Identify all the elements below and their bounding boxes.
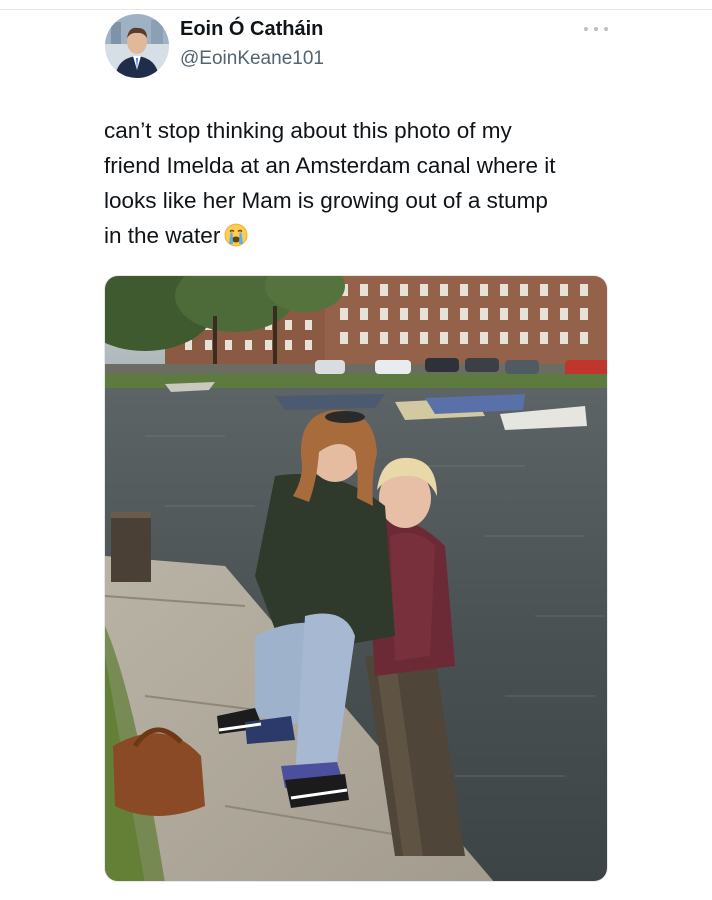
tweet-text-line: in the water xyxy=(104,223,221,248)
tweet-text: can’t stop thinking about this photo of … xyxy=(104,113,644,257)
more-options-icon[interactable] xyxy=(584,22,608,36)
author-name[interactable]: Eoin Ó Catháin xyxy=(180,18,323,41)
tweet-photo[interactable] xyxy=(104,275,608,882)
tweet-card[interactable]: Eoin Ó Catháin @EoinKeane101 can’t stop … xyxy=(0,0,712,900)
loudly-crying-face-icon xyxy=(224,222,248,257)
tweet-text-line: friend Imelda at an Amsterdam canal wher… xyxy=(104,153,556,178)
author-handle[interactable]: @EoinKeane101 xyxy=(180,48,324,70)
tweet-text-line: can’t stop thinking about this photo of … xyxy=(104,118,512,143)
tweet-text-line: looks like her Mam is growing out of a s… xyxy=(104,188,548,213)
canal-photo-image xyxy=(105,276,607,881)
author-avatar[interactable] xyxy=(105,14,169,78)
